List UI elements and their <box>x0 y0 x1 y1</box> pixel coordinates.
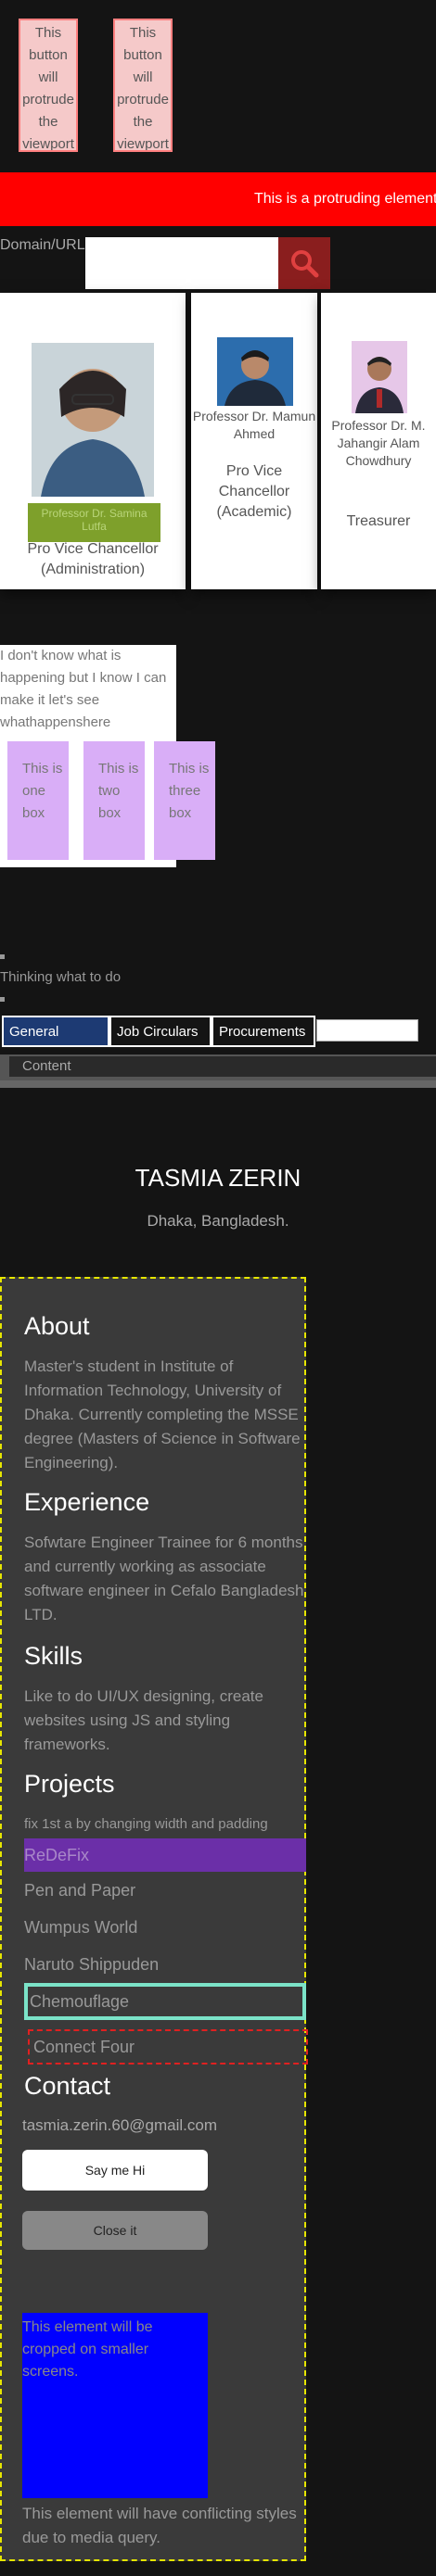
divider <box>0 1080 436 1088</box>
card-role: Treasurer <box>346 513 411 529</box>
project-link-pen-and-paper[interactable]: Pen and Paper <box>24 1874 306 1907</box>
contact-heading: Contact <box>24 2072 111 2100</box>
search-button[interactable] <box>278 237 330 289</box>
bullet-dot <box>0 997 5 1002</box>
footer-note: This element will have conflicting style… <box>22 2505 297 2546</box>
skills-text: Like to do UI/UX designing, create websi… <box>24 1687 263 1753</box>
projects-heading: Projects <box>24 1770 115 1798</box>
tab-job-circulars[interactable]: Job Circulars <box>109 1016 212 1047</box>
card-pvc-academic: Professor Dr. Mamun Ahmed Pro Vice Chanc… <box>191 293 317 589</box>
domain-input[interactable] <box>85 237 280 289</box>
card-name: Professor Dr. Mamun Ahmed <box>192 409 316 441</box>
experience-text: Sofwtare Engineer Trainee for 6 months a… <box>24 1534 304 1623</box>
portrait-photo <box>217 337 293 406</box>
about-heading: About <box>24 1312 90 1340</box>
profile-name-text: TASMIA ZERIN <box>135 1164 301 1192</box>
box-one: This is one box <box>7 741 69 860</box>
name-badge: Professor Dr. Samina Lutfa <box>28 503 160 542</box>
thinking-text: Thinking what to do <box>0 969 122 985</box>
project-link-chemouflage[interactable]: Chemouflage <box>24 1983 306 2020</box>
tab-general-notice[interactable]: General Notice <box>2 1016 109 1069</box>
box-two: This is two box <box>83 741 145 860</box>
domain-label: Domain/URL <box>0 237 85 253</box>
protruding-banner-text: This is a protruding element <box>254 191 436 207</box>
tab-search-input[interactable] <box>316 1019 418 1042</box>
box-three: This is three box <box>154 741 215 860</box>
protruding-banner: This is a protruding element <box>0 172 436 226</box>
card-pvc-administration: Professor Dr. Samina Lutfa Pro Vice Chan… <box>0 293 186 589</box>
project-link-wumpus-world[interactable]: Wumpus World <box>24 1911 306 1944</box>
portrait-photo <box>352 341 407 413</box>
protrude-button-2[interactable]: This button will protrude the viewport <box>113 19 173 152</box>
card-role: Pro Vice Chancellor (Academic) <box>216 463 292 520</box>
portrait-photo <box>32 343 154 497</box>
say-hi-button[interactable]: Say me Hi <box>22 2150 208 2191</box>
experience-heading: Experience <box>24 1488 150 1516</box>
card-name: Professor Dr. M. Jahangir Alam Chowdhury <box>331 418 426 468</box>
info-text: I don't know what is happening but I kno… <box>0 648 167 730</box>
content-label: Content <box>9 1056 436 1077</box>
project-link-naruto-shippuden[interactable]: Naruto Shippuden <box>24 1948 306 1981</box>
crop-warning-box: This element will be cropped on smaller … <box>22 2313 208 2498</box>
contact-email[interactable]: tasmia.zerin.60@gmail.com <box>22 2116 217 2135</box>
card-role: Pro Vice Chancellor (Administration) <box>27 541 159 577</box>
close-button[interactable]: Close it <box>22 2211 208 2250</box>
bullet-dot <box>0 954 5 959</box>
tab-procurements[interactable]: Procurements <box>212 1016 315 1047</box>
search-icon <box>291 250 319 278</box>
about-text: Master's student in Institute of Informa… <box>24 1357 301 1471</box>
card-treasurer: Professor Dr. M. Jahangir Alam Chowdhury… <box>321 293 436 589</box>
projects-note: fix 1st a by changing width and padding <box>24 1816 268 1832</box>
profile-name: TASMIA ZERIN <box>0 1164 436 1193</box>
skills-heading: Skills <box>24 1642 83 1670</box>
project-link-redefix[interactable]: ReDeFix <box>24 1838 306 1872</box>
protrude-button-1[interactable]: This button will protrude the viewport <box>19 19 78 152</box>
project-link-connect-four[interactable]: Connect Four <box>28 2029 308 2065</box>
profile-location: Dhaka, Bangladesh. <box>147 1212 289 1230</box>
